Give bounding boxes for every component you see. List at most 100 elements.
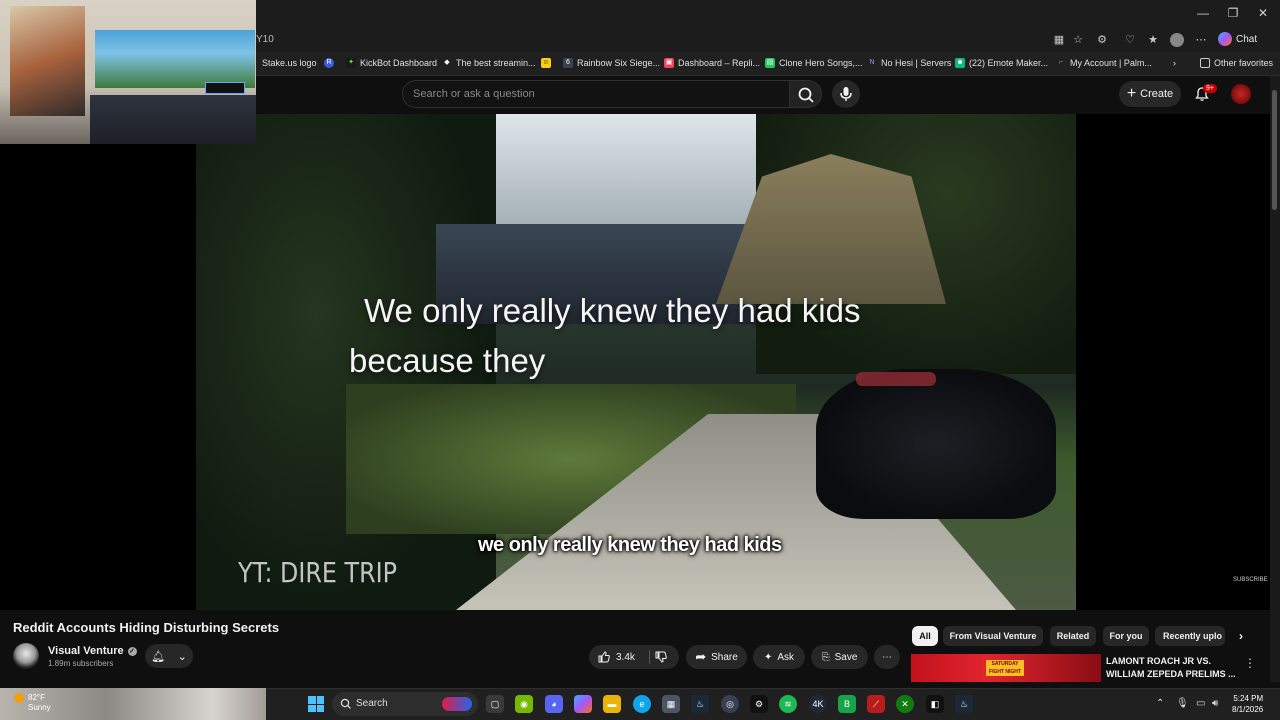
microphone-icon <box>840 87 852 101</box>
save-label: Save <box>834 651 858 663</box>
bookmark-label: Dashboard – Repli... <box>678 58 761 68</box>
copilot-chat-button[interactable]: Chat <box>1218 32 1257 46</box>
b-app-icon[interactable]: B <box>838 695 856 713</box>
favorite-star-icon[interactable]: ☆ <box>1071 33 1085 47</box>
bookmark-palm[interactable]: ⌐ My Account | Palm... <box>1056 58 1152 68</box>
bookmark-yellow[interactable]: ☺ <box>541 58 551 68</box>
address-bar-url[interactable]: Y10 <box>256 34 274 45</box>
chip-all[interactable]: All <box>912 626 938 646</box>
bookmark-r[interactable]: R <box>324 58 334 68</box>
bookmark-rainbow-six[interactable]: 6 Rainbow Six Siege... <box>563 58 660 68</box>
volume-icon[interactable]: 🔊︎ <box>1212 698 1218 709</box>
thumbs-down-icon[interactable] <box>654 650 668 664</box>
channel-name[interactable]: Visual Venture ✓ <box>48 645 137 657</box>
nvidia-icon[interactable]: ◉ <box>515 695 533 713</box>
settings-more-icon[interactable]: ⋯ <box>1194 33 1208 47</box>
video-title: Reddit Accounts Hiding Disturbing Secret… <box>13 620 280 635</box>
slash-app-icon[interactable]: ⟋ <box>867 695 885 713</box>
bookmark-clone-hero[interactable]: ▤ Clone Hero Songs,... <box>765 58 863 68</box>
steam-icon[interactable]: ♨ <box>691 695 709 713</box>
file-explorer-icon[interactable]: ▬ <box>603 695 621 713</box>
tray-overflow-chevron-icon[interactable]: ⌃ <box>1156 698 1164 709</box>
spotify-icon[interactable]: ≋ <box>779 695 797 713</box>
bookmark-repli[interactable]: ▣ Dashboard – Repli... <box>664 58 760 68</box>
edge-icon[interactable]: e <box>633 695 651 713</box>
extensions-icon[interactable]: ⚙ <box>1095 33 1109 47</box>
xbox-icon[interactable]: ✕ <box>896 695 914 713</box>
copilot-icon <box>1218 32 1232 46</box>
bookmark-kickbot[interactable]: ✦ KickBot Dashboard <box>346 58 437 68</box>
bookmark-no-hesi[interactable]: N No Hesi | Servers <box>867 58 951 68</box>
search-input[interactable]: Search or ask a question <box>402 80 790 108</box>
task-view-icon[interactable]: ▢ <box>486 695 504 713</box>
webcam-poster <box>10 6 85 116</box>
bookmark-label: No Hesi | Servers <box>881 58 952 68</box>
store-icon[interactable]: ▦ <box>662 695 680 713</box>
recommended-video-title[interactable]: LAMONT ROACH JR VS. WILLIAM ZEPEDA PRELI… <box>1106 655 1236 681</box>
system-clock[interactable]: 5:24 PM 8/1/2026 <box>1232 693 1263 715</box>
create-button[interactable]: + Create <box>1119 81 1181 107</box>
split-screen-icon[interactable]: ▦ <box>1052 33 1066 47</box>
webcam-overlay <box>0 0 256 144</box>
save-button[interactable]: ⎘ Save <box>811 645 868 669</box>
profile-avatar-icon[interactable] <box>1170 33 1184 47</box>
search-icon <box>798 87 814 103</box>
close-window-button[interactable]: ✕ <box>1248 6 1278 20</box>
bookmark-label: The best streamin... <box>456 58 536 68</box>
like-button[interactable]: 3.4k <box>597 650 635 664</box>
sparkle-icon: ✦ <box>763 651 773 663</box>
account-avatar[interactable] <box>1231 84 1251 104</box>
chips-next-chevron-icon[interactable]: › <box>1232 626 1250 646</box>
bookmark-other-favorites[interactable]: Other favorites <box>1200 58 1273 68</box>
minimize-button[interactable]: — <box>1188 6 1218 20</box>
channel-avatar[interactable] <box>13 643 39 669</box>
settings-gear-icon[interactable]: ⚙ <box>750 695 768 713</box>
browser-essentials-icon[interactable]: ♡ <box>1123 33 1137 47</box>
discord-icon[interactable]: ◕ <box>545 695 563 713</box>
create-label: Create <box>1140 88 1174 100</box>
bookmark-stake[interactable]: Stake.us logo <box>262 58 317 68</box>
taskbar-search-input[interactable]: Search <box>332 692 478 716</box>
diamond-icon: ◆ <box>444 59 450 66</box>
recommended-video-thumbnail[interactable]: SATURDAY FIGHT NIGHT <box>911 654 1101 682</box>
bookmark-label: (22) Emote Maker... <box>969 58 1049 68</box>
chip-from-channel[interactable]: From Visual Venture <box>943 626 1043 646</box>
chat-label: Chat <box>1236 33 1258 45</box>
favorites-icon[interactable]: ★ <box>1146 33 1160 47</box>
page-scrollbar-thumb[interactable] <box>1272 90 1277 210</box>
chip-recently-uploaded[interactable]: Recently uplo <box>1155 626 1225 646</box>
display-tray-icon[interactable]: ▭ <box>1196 698 1205 709</box>
voice-search-button[interactable] <box>832 80 860 108</box>
search-button[interactable] <box>790 80 822 108</box>
bookmark-emote-maker[interactable]: ☻ (22) Emote Maker... <box>955 58 1048 68</box>
maximize-button[interactable]: ❐ <box>1218 6 1248 20</box>
more-actions-button[interactable]: ⋯ <box>874 645 900 669</box>
repli-icon: ▣ <box>664 58 674 68</box>
subscription-bell-button[interactable]: 🔔︎ ⌄ <box>145 644 193 668</box>
video-frame-car <box>816 369 1056 519</box>
bookmark-label: Clone Hero Songs,... <box>779 58 863 68</box>
bookmark-streaming[interactable]: ◆ The best streamin... <box>442 58 536 68</box>
chip-related[interactable]: Related <box>1050 626 1096 646</box>
copilot-taskbar-icon[interactable] <box>574 695 592 713</box>
obs-icon[interactable]: ◎ <box>721 695 739 713</box>
bookmarks-overflow-chevron-icon[interactable]: › <box>1173 58 1176 68</box>
like-divider <box>649 650 650 664</box>
subscribe-watermark[interactable]: SUBSCRIBE <box>1233 577 1268 583</box>
bookmark-icon: ⎘ <box>821 651 830 663</box>
plus-icon: + <box>1126 85 1137 102</box>
webcam-wall-mural <box>95 30 255 88</box>
weather-widget[interactable]: 82°F Sunny <box>14 693 51 713</box>
4k-downloader-icon[interactable]: 4K <box>809 695 827 713</box>
game-app-icon[interactable]: ◧ <box>926 695 944 713</box>
bookmark-label: Rainbow Six Siege... <box>577 58 661 68</box>
chip-for-you[interactable]: For you <box>1103 626 1149 646</box>
microphone-tray-icon[interactable]: 🎙︎ <box>1176 698 1189 709</box>
ask-button[interactable]: ✦ Ask <box>753 645 805 669</box>
share-button[interactable]: ➦ Share <box>686 645 747 669</box>
search-icon <box>340 698 351 709</box>
recommended-more-vertical-icon[interactable]: ⋮ <box>1244 656 1256 670</box>
windows-start-icon[interactable] <box>308 696 324 712</box>
steam-secondary-icon[interactable]: ♨ <box>955 695 973 713</box>
webcam-bed <box>90 95 256 144</box>
